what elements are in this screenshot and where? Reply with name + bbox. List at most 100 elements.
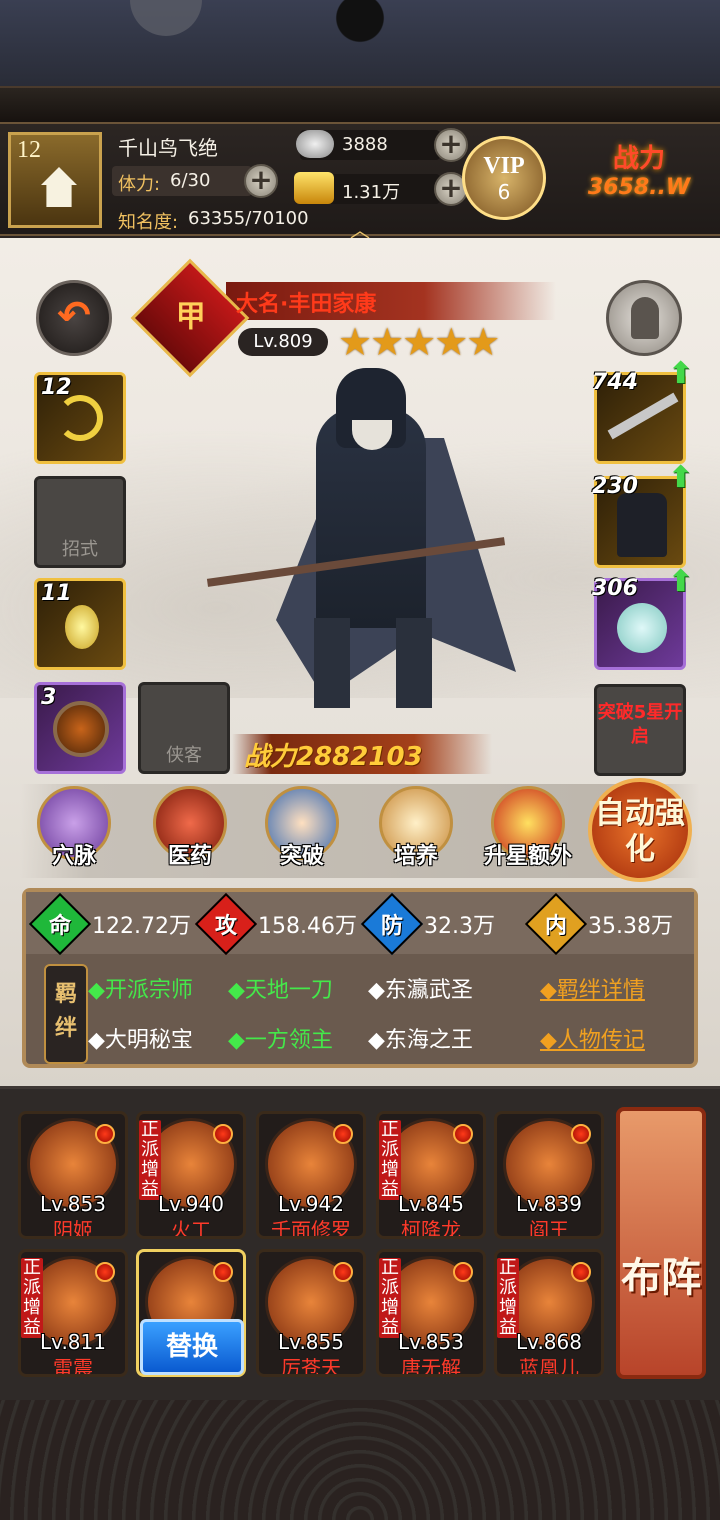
formation-button[interactable]: 布阵 (616, 1107, 706, 1379)
roster-card[interactable]: Lv.942 千面修罗 (256, 1111, 366, 1239)
upgrade-arrow-icon[interactable]: ⬆ (668, 460, 698, 495)
armor-icon (617, 493, 667, 557)
total-power: 战力 3658..W (566, 138, 712, 228)
biography-link[interactable]: ◆人物传记 (540, 1022, 645, 1054)
power-label: 战力 (612, 144, 665, 174)
roster-card[interactable]: Lv.839 阎王 (494, 1111, 604, 1239)
bond-detail-link[interactable]: ◆羁绊详情 (540, 972, 645, 1004)
statue-icon (631, 297, 659, 339)
roster-card[interactable]: 正派增益 Lv.811 雷震 (18, 1249, 128, 1377)
roster-card[interactable]: Lv.853 阴姬 (18, 1111, 128, 1239)
func-label: 穴脉 (51, 844, 96, 869)
hero-stars: ★★★★★ (338, 320, 500, 364)
notification-dot (571, 1124, 591, 1144)
skill-slot-3[interactable]: 11 (34, 578, 126, 670)
card-name: 阴姬 (53, 1218, 93, 1239)
slot-label: 招式 (62, 539, 98, 560)
wave-pattern-footer (0, 1400, 720, 1520)
func-label: 升星额外 (483, 844, 572, 869)
card-level: Lv.940 (158, 1192, 224, 1216)
vip-level: 6 (497, 180, 511, 204)
roster-panel: Lv.853 阴姬 正派增益 Lv.940 火工 Lv.942 千面修罗 正派增… (0, 1086, 720, 1400)
house-icon (41, 167, 77, 207)
notification-dot (453, 1124, 473, 1144)
attr-value: 35.38万 (588, 914, 673, 939)
hero-leg (314, 618, 350, 708)
bond-item[interactable]: ◆天地一刀 (228, 972, 333, 1004)
upgrade-arrow-icon[interactable]: ⬆ (668, 356, 698, 391)
player-avatar[interactable]: 12 (8, 132, 102, 228)
bond-item[interactable]: ◆东海之王 (368, 1022, 473, 1054)
settings-gear-icon[interactable] (130, 0, 202, 36)
breakthrough-locked-slot[interactable]: 突破5星开启 (594, 684, 686, 776)
skill-slot-2[interactable]: 招式 (34, 476, 126, 568)
skill-slot-4[interactable]: 3 (34, 682, 126, 774)
slot-label: 侠客 (166, 745, 202, 766)
player-header: 12 千山鸟飞绝 体力: 6/30 + 知名度: 63355/70100 388… (0, 122, 720, 242)
bond-item[interactable]: ◆大明秘宝 (88, 1022, 193, 1054)
func-label: 医药 (167, 844, 212, 869)
card-level: Lv.855 (278, 1330, 344, 1354)
player-level: 12 (17, 137, 41, 163)
add-silver-button[interactable]: + (434, 128, 468, 162)
swap-button[interactable]: 替换 (140, 1319, 244, 1375)
acupoint-button[interactable]: 穴脉 (24, 786, 124, 886)
upgrade-arrow-icon[interactable]: ⬆ (668, 564, 698, 599)
hero-detail-panel: ↶ 甲 大名·丰田家康 Lv.809 ★★★★★ 12 招式 11 3 侠客 战… (0, 238, 720, 1086)
slot-number: 12 (41, 375, 72, 400)
orb-icon (53, 701, 109, 757)
roster-card[interactable]: 正派增益 Lv.845 柯降龙 (376, 1111, 486, 1239)
armor-level: 230 (592, 474, 638, 499)
notification-dot (333, 1124, 353, 1144)
roster-card[interactable]: 正派增益 Lv.940 火工 (136, 1111, 246, 1239)
card-level: Lv.868 (516, 1330, 582, 1354)
sword-icon (607, 392, 679, 440)
notification-dot (571, 1262, 591, 1282)
card-name: 阎王 (529, 1218, 569, 1239)
medicine-button[interactable]: 医药 (140, 786, 240, 886)
skill-slot-1[interactable]: 12 (34, 372, 126, 464)
vip-badge[interactable]: VIP 6 (462, 136, 546, 220)
blade-skill-icon (57, 395, 103, 441)
card-name: 蓝凰儿 (519, 1356, 579, 1377)
righteous-buff-tag: 正派增益 (139, 1119, 161, 1200)
roster-card[interactable]: Lv.855 厉苍天 (256, 1249, 366, 1377)
righteous-buff-tag: 正派增益 (379, 1257, 401, 1338)
auto-enhance-button[interactable]: 自动强化 (588, 778, 692, 882)
hero-leg (396, 618, 432, 708)
add-stamina-button[interactable]: + (244, 164, 278, 198)
stamina-value: 6/30 (170, 170, 211, 191)
accessory-level: 306 (592, 576, 638, 601)
jade-orb-icon (617, 603, 667, 653)
slot-number: 3 (41, 685, 57, 710)
notification-dot (95, 1124, 115, 1144)
vip-label: VIP (483, 153, 525, 179)
bond-item[interactable]: ◆一方领主 (228, 1022, 333, 1054)
combo-skill-icon (65, 605, 99, 649)
notification-dot (95, 1262, 115, 1282)
attr-value: 158.46万 (258, 914, 357, 939)
player-name: 千山鸟飞绝 (118, 136, 218, 160)
bond-item[interactable]: ◆东瀛武圣 (368, 972, 473, 1004)
attr-char: 内 (544, 914, 567, 939)
breakthrough-button[interactable]: 突破 (252, 786, 352, 886)
func-label: 突破 (279, 844, 324, 869)
attr-value: 32.3万 (424, 914, 495, 939)
cultivate-button[interactable]: 培养 (366, 786, 466, 886)
top-banner (0, 0, 720, 122)
silver-ingot-icon (296, 130, 334, 158)
power-value: 3658..W (587, 175, 691, 200)
roof-ornament (320, 0, 400, 60)
rank-badge: 甲 (130, 258, 250, 378)
card-level: Lv.839 (516, 1192, 582, 1216)
card-name: 唐无解 (401, 1356, 461, 1377)
weapon-level: 744 (592, 370, 638, 395)
roster-card[interactable]: 正派增益 Lv.853 唐无解 (376, 1249, 486, 1377)
hero-portrait (206, 368, 536, 728)
statue-button[interactable] (606, 280, 682, 356)
star-up-button[interactable]: 升星额外 (478, 786, 578, 886)
back-arrow-button[interactable]: ↶ (36, 280, 112, 356)
attribute-panel: 命 122.72万 攻 158.46万 防 32.3万 内 35.38万 羁绊 … (22, 888, 698, 1068)
roster-card[interactable]: 正派增益 Lv.868 蓝凰儿 (494, 1249, 604, 1377)
bond-item[interactable]: ◆开派宗师 (88, 972, 193, 1004)
